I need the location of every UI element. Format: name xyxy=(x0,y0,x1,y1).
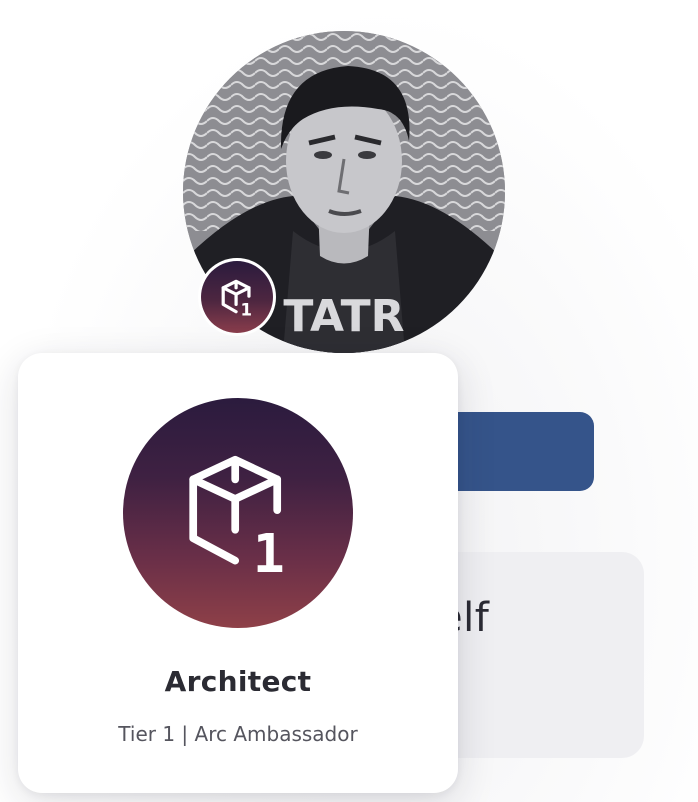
cube-tier-1-icon: 1 xyxy=(201,261,273,333)
badge-popup-card: 1 Architect Tier 1 | Arc Ambassador xyxy=(18,353,458,793)
badge-subtitle: Tier 1 | Arc Ambassador xyxy=(118,722,358,746)
badge-title: Architect xyxy=(164,665,312,698)
avatar-tier-badge[interactable]: 1 xyxy=(198,258,276,336)
svg-text:1: 1 xyxy=(253,523,285,583)
svg-text:1: 1 xyxy=(240,300,252,319)
svg-text:TATR: TATR xyxy=(283,291,404,342)
cube-tier-1-icon: 1 xyxy=(123,398,353,628)
